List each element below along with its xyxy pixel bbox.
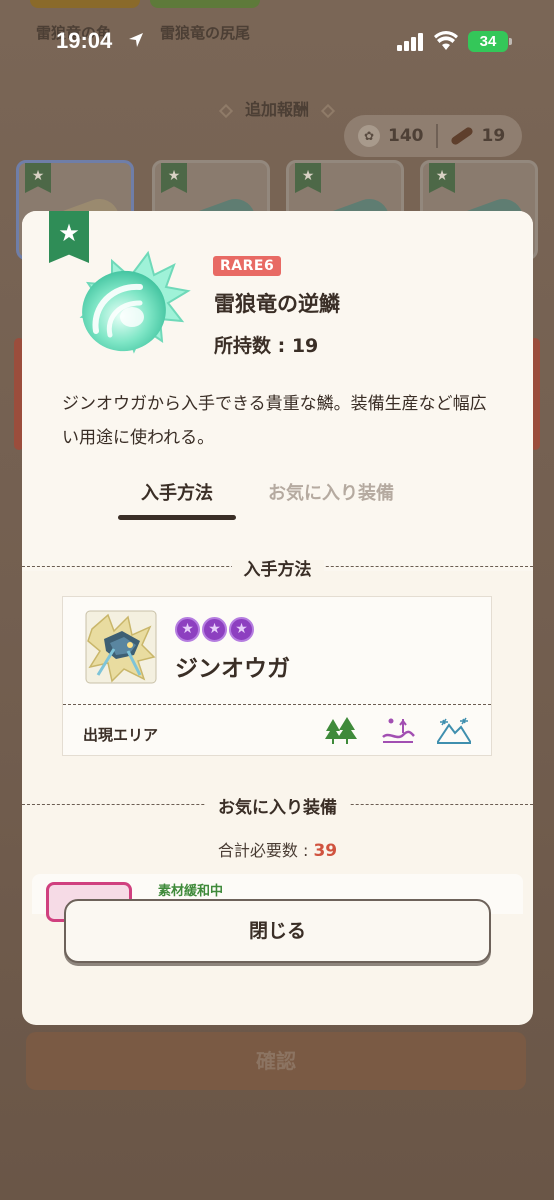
- monster-star-rating: ★ ★ ★: [175, 617, 254, 642]
- claw-count: 19: [481, 126, 506, 146]
- star-icon: ★: [229, 617, 254, 642]
- material-relief-status: 素材緩和中: [158, 884, 224, 899]
- location-arrow-icon: [129, 33, 143, 47]
- diamond-icon: [320, 103, 336, 118]
- rarity-badge: RARE6: [213, 256, 282, 276]
- status-time: 19:04: [56, 28, 113, 53]
- monster-name: ジンオウガ: [175, 656, 290, 682]
- tab-favorite-equipment[interactable]: お気に入り装備: [268, 479, 394, 505]
- star-icon: ★: [429, 163, 455, 193]
- forest-icon: [325, 717, 357, 744]
- owned-count: 所持数 : 19: [214, 335, 319, 357]
- star-icon: ★: [25, 163, 51, 193]
- detail-tabs: 入手方法 お気に入り装備: [22, 479, 533, 521]
- star-icon: ★: [295, 163, 321, 193]
- paw-icon: ✿: [358, 125, 380, 147]
- bg-confirm-button: 確認: [26, 1032, 526, 1090]
- source-card[interactable]: ★ ★ ★ ジンオウガ 出現エリア: [62, 596, 492, 756]
- battery-indicator: 34: [468, 31, 512, 52]
- zinogre-monster-icon: [85, 610, 157, 684]
- total-required: 合計必要数 : 39: [217, 841, 338, 861]
- snow-mountain-icon: [437, 717, 471, 744]
- paw-count: 140: [388, 126, 424, 146]
- section-favorites-title: お気に入り装備: [206, 798, 349, 818]
- star-icon: ★: [175, 617, 200, 642]
- star-icon: ★: [202, 617, 227, 642]
- total-required-value: 39: [313, 841, 338, 861]
- item-description: ジンオウガから入手できる貴重な鱗。装備生産など幅広い用途に使われる。: [62, 394, 487, 448]
- diamond-icon: [218, 103, 234, 118]
- close-button[interactable]: 閉じる: [64, 899, 491, 963]
- section-acquisition: 入手方法: [22, 552, 533, 582]
- status-bar: 19:04 34: [0, 0, 554, 80]
- swamp-icon: [382, 718, 415, 743]
- item-scale-icon: [79, 250, 191, 354]
- star-icon: ★: [161, 163, 187, 193]
- area-label: 出現エリア: [83, 726, 159, 744]
- claw-icon: [449, 125, 474, 147]
- item-name: 雷狼竜の逆鱗: [214, 292, 340, 316]
- cellular-signal-icon: [397, 33, 423, 51]
- tab-active-indicator: [118, 515, 236, 520]
- section-acquisition-title: 入手方法: [231, 560, 324, 580]
- wifi-icon: [434, 31, 458, 50]
- bg-resource-counter: ✿ 140 19: [344, 115, 522, 157]
- tab-acquisition[interactable]: 入手方法: [118, 479, 236, 505]
- section-favorites: お気に入り装備: [22, 790, 533, 820]
- item-detail-modal: ★ RARE6 雷狼竜の逆鱗 所持数 : 19 ジンオウガから入手できる貴重な鱗…: [22, 211, 533, 1025]
